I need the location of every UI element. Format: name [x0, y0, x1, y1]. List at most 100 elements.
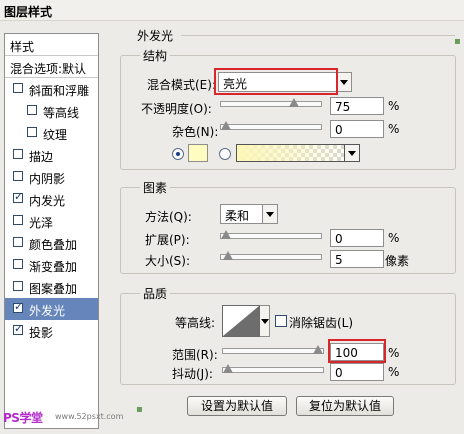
style-item[interactable]: 内发光: [5, 188, 98, 210]
blending-options-label: 混合选项:默认: [10, 62, 87, 76]
chevron-down-icon: [336, 73, 351, 91]
style-item[interactable]: 纹理: [5, 122, 98, 144]
style-item-checkbox[interactable]: [13, 190, 23, 203]
style-item-label: 斜面和浮雕: [29, 84, 90, 98]
style-item[interactable]: 投影: [5, 320, 98, 342]
range-label: 范围(R):: [172, 348, 218, 362]
gradient-picker[interactable]: [236, 144, 360, 162]
dialog-titlebar: 图层样式: [0, 0, 464, 21]
style-item-label: 内阴影: [29, 172, 66, 186]
jitter-slider[interactable]: [222, 364, 324, 373]
jitter-input[interactable]: 0: [330, 363, 384, 381]
spread-unit: %: [388, 231, 400, 245]
corner-mark: ▪: [454, 36, 461, 47]
spread-slider-thumb[interactable]: [221, 230, 231, 239]
contour-preview[interactable]: [222, 305, 260, 337]
style-item[interactable]: 光泽: [5, 210, 98, 232]
anti-alias-checkbox[interactable]: [275, 315, 287, 327]
elements-caption: 图素: [140, 179, 171, 196]
anti-alias-label: 消除锯齿(L): [289, 316, 354, 330]
noise-unit: %: [388, 122, 400, 136]
size-unit: 像素: [385, 254, 410, 268]
size-input[interactable]: 5: [330, 250, 384, 268]
chevron-down-icon: [344, 145, 359, 161]
style-item-checkbox[interactable]: [13, 322, 23, 335]
style-item[interactable]: 颜色叠加: [5, 232, 98, 254]
range-unit: %: [388, 346, 400, 360]
opacity-slider[interactable]: [220, 98, 322, 107]
style-item-label: 投影: [29, 326, 54, 340]
style-item-label: 描边: [29, 150, 54, 164]
size-slider-thumb[interactable]: [223, 251, 233, 260]
style-item-checkbox[interactable]: [13, 215, 23, 225]
noise-input[interactable]: 0: [330, 120, 384, 138]
color-swatch[interactable]: [188, 144, 208, 162]
panel-title-divider: [181, 35, 455, 36]
contour-dropdown[interactable]: [260, 305, 270, 337]
noise-slider-thumb[interactable]: [221, 121, 231, 130]
size-slider[interactable]: [220, 251, 322, 260]
jitter-slider-thumb[interactable]: [223, 364, 233, 373]
reset-default-button[interactable]: 复位为默认值: [296, 396, 394, 416]
range-slider[interactable]: [222, 345, 324, 354]
opacity-unit: %: [388, 99, 400, 113]
contour-curve-icon: [223, 306, 259, 336]
style-item-checkbox[interactable]: [27, 127, 37, 137]
noise-label: 杂色(N):: [172, 125, 219, 139]
noise-slider[interactable]: [220, 121, 322, 130]
style-item-checkbox[interactable]: [13, 83, 23, 93]
style-item-checkbox[interactable]: [27, 105, 37, 115]
style-item[interactable]: 斜面和浮雕: [5, 78, 98, 100]
blending-options-item[interactable]: 混合选项:默认: [5, 56, 98, 78]
style-item-checkbox[interactable]: [13, 149, 23, 159]
style-list: 样式 混合选项:默认 斜面和浮雕等高线纹理描边内阴影内发光光泽颜色叠加渐变叠加图…: [4, 33, 99, 429]
structure-caption: 结构: [140, 47, 171, 64]
jitter-label: 抖动(J):: [172, 367, 213, 381]
style-item[interactable]: 描边: [5, 144, 98, 166]
opacity-slider-thumb[interactable]: [289, 98, 299, 107]
style-item-checkbox[interactable]: [13, 281, 23, 291]
quality-caption: 品质: [140, 285, 171, 302]
style-item[interactable]: 图案叠加: [5, 276, 98, 298]
style-item-label: 等高线: [43, 106, 80, 120]
range-slider-thumb[interactable]: [313, 345, 323, 354]
noise-value: 0: [335, 123, 343, 137]
color-radio[interactable]: [172, 148, 184, 160]
style-item[interactable]: 渐变叠加: [5, 254, 98, 276]
style-item-label: 渐变叠加: [29, 260, 78, 274]
opacity-input[interactable]: 75: [330, 97, 384, 115]
spread-input[interactable]: 0: [330, 229, 384, 247]
contour-label: 等高线:: [175, 316, 216, 330]
spread-label: 扩展(P):: [145, 233, 190, 247]
watermark: PS学堂 www.52psxt.com: [3, 407, 143, 427]
technique-value: 柔和: [225, 209, 250, 223]
style-item[interactable]: 内阴影: [5, 166, 98, 188]
style-item-label: 颜色叠加: [29, 238, 78, 252]
gradient-radio[interactable]: [219, 148, 231, 160]
jitter-unit: %: [388, 365, 400, 379]
style-item-checkbox[interactable]: [13, 237, 23, 247]
chevron-down-icon: [262, 205, 277, 223]
dialog-title: 图层样式: [4, 5, 53, 19]
panel-title: 外发光: [137, 29, 174, 43]
opacity-label: 不透明度(O):: [141, 102, 212, 116]
opacity-value: 75: [335, 100, 351, 114]
watermark-site: www.52psxt.com: [55, 412, 124, 421]
technique-label: 方法(Q):: [145, 210, 192, 224]
styles-header[interactable]: 样式: [5, 34, 98, 56]
style-item-label: 光泽: [29, 216, 54, 230]
technique-select[interactable]: 柔和: [220, 204, 278, 224]
style-item[interactable]: 等高线: [5, 100, 98, 122]
make-default-button[interactable]: 设置为默认值: [187, 396, 287, 416]
style-item[interactable]: 外发光: [5, 298, 98, 320]
range-highlight: [328, 339, 386, 363]
size-label: 大小(S):: [145, 254, 191, 268]
style-item-checkbox[interactable]: [13, 259, 23, 269]
blend-mode-highlight: [214, 68, 338, 95]
style-item-label: 图案叠加: [29, 282, 78, 296]
spread-slider[interactable]: [220, 230, 322, 239]
spread-value: 0: [335, 232, 343, 246]
style-item-label: 纹理: [43, 128, 68, 142]
style-item-checkbox[interactable]: [13, 300, 23, 313]
style-item-checkbox[interactable]: [13, 171, 23, 181]
